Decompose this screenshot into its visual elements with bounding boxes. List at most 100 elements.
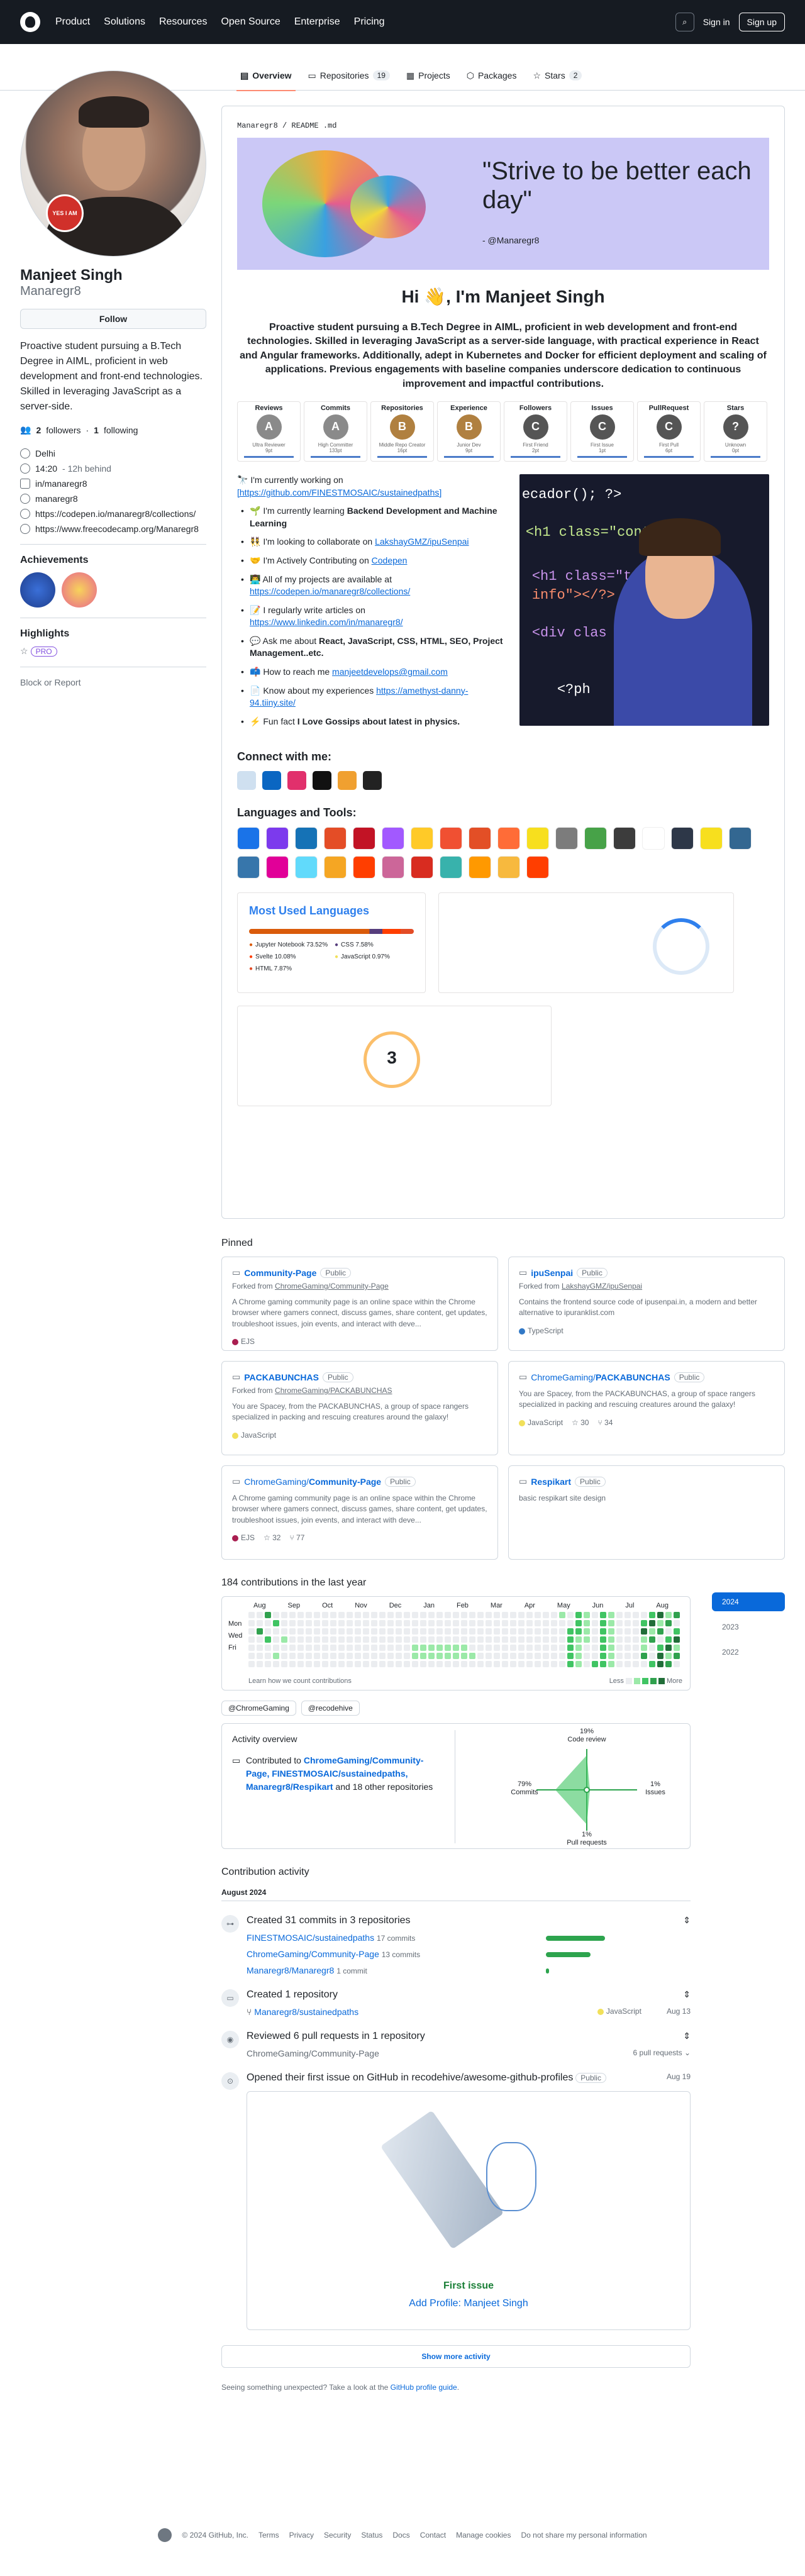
contribution-cell[interactable] (649, 1636, 655, 1643)
contribution-cell[interactable] (314, 1661, 320, 1667)
contribution-cell[interactable] (289, 1636, 296, 1643)
contribution-cell[interactable] (322, 1661, 328, 1667)
contribution-cell[interactable] (347, 1636, 353, 1643)
contribution-cell[interactable] (494, 1661, 500, 1667)
contribution-cell[interactable] (281, 1612, 287, 1618)
show-more-button[interactable]: Show more activity (221, 2345, 691, 2368)
github-mark-icon[interactable] (158, 2528, 172, 2542)
contribution-cell[interactable] (608, 1628, 614, 1635)
contribution-cell[interactable] (322, 1653, 328, 1659)
contribution-cell[interactable] (461, 1661, 467, 1667)
achievement-pull-shark-icon[interactable] (20, 572, 55, 608)
contribution-cell[interactable] (559, 1628, 565, 1635)
contribution-cell[interactable] (297, 1661, 304, 1667)
contribution-cell[interactable] (633, 1620, 639, 1626)
year-2024[interactable]: 2024 (712, 1592, 785, 1611)
contribution-cell[interactable] (469, 1620, 475, 1626)
contribution-cell[interactable] (584, 1612, 590, 1618)
contribution-cell[interactable] (363, 1628, 369, 1635)
contribution-cell[interactable] (436, 1636, 443, 1643)
contribution-cell[interactable] (436, 1653, 443, 1659)
contribution-cell[interactable] (641, 1628, 647, 1635)
contribution-cell[interactable] (314, 1620, 320, 1626)
contribution-cell[interactable] (314, 1636, 320, 1643)
stars[interactable]: ☆ 30 (572, 1418, 589, 1427)
contribution-cell[interactable] (657, 1636, 663, 1643)
org-filter-recodehive[interactable]: @recodehive (301, 1701, 360, 1716)
contribution-cell[interactable] (306, 1653, 312, 1659)
contribution-cell[interactable] (281, 1628, 287, 1635)
contribution-cell[interactable] (248, 1653, 255, 1659)
contribution-cell[interactable] (347, 1628, 353, 1635)
contribution-cell[interactable] (649, 1645, 655, 1651)
contribution-cell[interactable] (445, 1620, 451, 1626)
contribution-cell[interactable] (379, 1612, 386, 1618)
contribution-cell[interactable] (518, 1628, 525, 1635)
contribution-cell[interactable] (273, 1628, 279, 1635)
contribution-cell[interactable] (265, 1612, 271, 1618)
contribution-cell[interactable] (281, 1653, 287, 1659)
contribution-cell[interactable] (535, 1653, 541, 1659)
contribution-cell[interactable] (347, 1661, 353, 1667)
contribution-cell[interactable] (535, 1612, 541, 1618)
contribution-cell[interactable] (674, 1636, 680, 1643)
contribution-cell[interactable] (257, 1612, 263, 1618)
codepen-icon[interactable] (237, 771, 256, 791)
hackerrank-icon[interactable] (338, 771, 357, 791)
year-2022[interactable]: 2022 (712, 1643, 785, 1662)
contribution-cell[interactable] (486, 1636, 492, 1643)
contribution-cell[interactable] (257, 1661, 263, 1667)
contribution-cell[interactable] (535, 1636, 541, 1643)
contribution-cell[interactable] (510, 1620, 516, 1626)
contribution-cell[interactable] (289, 1628, 296, 1635)
contribution-cell[interactable] (412, 1612, 418, 1618)
contribution-cell[interactable] (584, 1620, 590, 1626)
contribution-cell[interactable] (469, 1612, 475, 1618)
pinned-repo-link[interactable]: ChromeGaming/PACKABUNCHAS (531, 1372, 670, 1382)
nav-solutions[interactable]: Solutions (104, 16, 145, 28)
contribution-cell[interactable] (371, 1661, 377, 1667)
contribution-cell[interactable] (535, 1628, 541, 1635)
contribution-cell[interactable] (641, 1661, 647, 1667)
contribution-cell[interactable] (453, 1645, 459, 1651)
contribution-cell[interactable] (575, 1645, 582, 1651)
contribution-cell[interactable] (297, 1645, 304, 1651)
contribution-cell[interactable] (330, 1612, 336, 1618)
contribution-cell[interactable] (486, 1653, 492, 1659)
contribution-cell[interactable] (306, 1645, 312, 1651)
contribution-cell[interactable] (338, 1645, 345, 1651)
contribution-cell[interactable] (469, 1628, 475, 1635)
year-2023[interactable]: 2023 (712, 1618, 785, 1636)
contribution-cell[interactable] (510, 1661, 516, 1667)
contribution-cell[interactable] (412, 1645, 418, 1651)
contribution-cell[interactable] (518, 1620, 525, 1626)
contribution-cell[interactable] (633, 1636, 639, 1643)
contribution-cell[interactable] (543, 1645, 549, 1651)
contribution-cell[interactable] (608, 1645, 614, 1651)
contribution-cell[interactable] (273, 1661, 279, 1667)
pinned-repo-link[interactable]: Respikart (531, 1477, 571, 1487)
contribution-cell[interactable] (608, 1636, 614, 1643)
contribution-cell[interactable] (559, 1612, 565, 1618)
pinned-repo-card[interactable]: ▭ PACKABUNCHAS Public Forked from ChromeGam… (221, 1361, 498, 1455)
reviewed-repo[interactable]: ChromeGaming/Community-Page (247, 2048, 379, 2058)
forked-link[interactable]: LakshayGMZ/ipuSenpai (562, 1282, 642, 1291)
contribution-cell[interactable] (625, 1661, 631, 1667)
pinned-repo-link[interactable]: ipuSenpai (531, 1268, 573, 1278)
contribution-cell[interactable] (502, 1620, 508, 1626)
contribution-cell[interactable] (665, 1636, 672, 1643)
contribution-cell[interactable] (477, 1628, 484, 1635)
contribution-cell[interactable] (649, 1628, 655, 1635)
contribution-cell[interactable] (436, 1612, 443, 1618)
contribution-cell[interactable] (371, 1620, 377, 1626)
contribution-cell[interactable] (338, 1620, 345, 1626)
contribution-cell[interactable] (526, 1620, 533, 1626)
contribution-cell[interactable] (592, 1612, 598, 1618)
contribution-cell[interactable] (526, 1661, 533, 1667)
contribution-cell[interactable] (625, 1653, 631, 1659)
contribution-cell[interactable] (526, 1653, 533, 1659)
created-repo-link[interactable]: Manaregr8/sustainedpaths (254, 2007, 358, 2017)
contribution-cell[interactable] (330, 1653, 336, 1659)
contribution-cell[interactable] (526, 1636, 533, 1643)
contribution-cell[interactable] (428, 1661, 435, 1667)
